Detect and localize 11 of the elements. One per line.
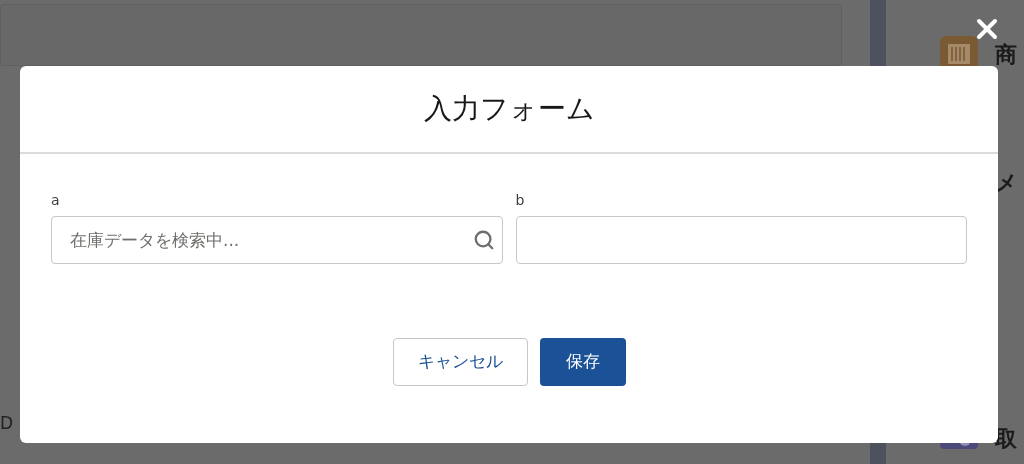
cancel-button[interactable]: キャンセル — [392, 338, 528, 386]
panel-text: D — [0, 411, 15, 435]
input-field[interactable] — [515, 216, 967, 264]
save-button[interactable]: 保存 — [539, 338, 626, 386]
search-field[interactable]: 在庫データを検索中... — [51, 216, 503, 264]
modal-title: 入力フォーム — [423, 91, 595, 127]
card-title: 商 — [995, 44, 1017, 66]
card-title: メ — [995, 172, 1018, 194]
search-icon — [472, 229, 495, 251]
field-label: b — [515, 192, 526, 209]
field-label: a — [51, 192, 61, 209]
